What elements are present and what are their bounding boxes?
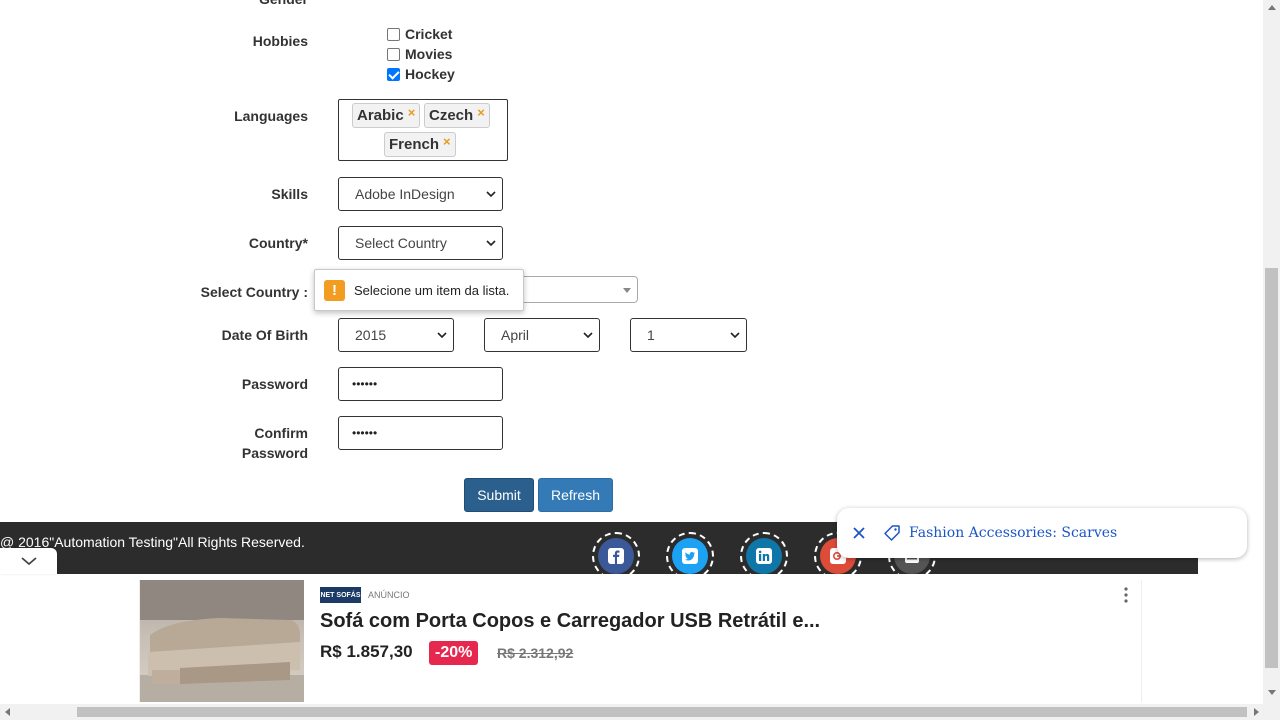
ad-label: ANÚNCIO <box>368 590 410 600</box>
language-chip: Czech × <box>424 103 490 128</box>
language-chip: Arabic × <box>352 103 421 128</box>
tag-icon <box>884 525 900 541</box>
validation-message: Selecione um item da lista. <box>354 282 510 298</box>
hobby-hockey-checkbox[interactable]: Hockey <box>387 64 455 84</box>
sofa-image <box>140 580 304 702</box>
hobby-cricket-checkbox[interactable]: Cricket <box>387 24 452 44</box>
chevron-down-icon <box>486 191 496 198</box>
dob-month-select[interactable]: April <box>484 318 600 352</box>
chevron-down-icon <box>20 557 37 566</box>
gender-label: Gender <box>230 0 308 9</box>
collapse-ad-button[interactable] <box>0 548 57 574</box>
ad-old-price: R$ 2.312,92 <box>497 645 574 661</box>
country-select[interactable]: Select Country <box>338 226 503 260</box>
hobbies-label: Hobbies <box>252 33 308 49</box>
password-input[interactable]: •••••• <box>338 367 503 401</box>
horizontal-scroll-thumb[interactable] <box>77 707 1247 717</box>
dob-year-select[interactable]: 2015 <box>338 318 454 352</box>
languages-label: Languages <box>234 108 308 124</box>
scroll-up-icon[interactable] <box>1268 5 1276 10</box>
more-options-icon[interactable] <box>1121 586 1131 604</box>
twitter-link[interactable] <box>666 532 714 580</box>
chevron-down-icon <box>730 332 740 339</box>
language-chip-label: French <box>389 136 440 153</box>
dob-day-select[interactable]: 1 <box>630 318 747 352</box>
password-label: Password <box>241 376 308 392</box>
submit-button[interactable]: Submit <box>464 478 534 512</box>
country-label: Country* <box>248 235 308 251</box>
language-chip-label: Arabic <box>357 107 404 124</box>
remove-language-icon[interactable]: × <box>477 105 485 120</box>
remove-language-icon[interactable]: × <box>408 105 416 120</box>
vertical-scroll-thumb[interactable] <box>1265 268 1278 668</box>
facebook-icon <box>598 538 634 574</box>
checkbox-box[interactable] <box>387 67 400 81</box>
scroll-down-icon[interactable] <box>1268 690 1276 695</box>
confirm-password-input[interactable]: •••••• <box>338 416 503 450</box>
skills-select-value: Adobe InDesign <box>355 186 455 202</box>
hobby-movies-checkbox[interactable]: Movies <box>387 44 452 64</box>
checkbox-box[interactable] <box>387 27 400 41</box>
skills-select[interactable]: Adobe InDesign <box>338 177 503 211</box>
ad-title[interactable]: Sofá com Porta Copos e Carregador USB Re… <box>320 610 820 633</box>
twitter-icon <box>672 538 708 574</box>
discount-badge: -20% <box>429 641 479 665</box>
validation-tooltip: ! Selecione um item da lista. <box>314 269 524 311</box>
facebook-link[interactable] <box>592 532 640 580</box>
brand-line1: NET <box>320 591 335 599</box>
confirm-label-line2: Password <box>241 445 308 461</box>
skills-label: Skills <box>271 186 308 202</box>
country-select-value: Select Country <box>355 235 447 251</box>
checkbox-box[interactable] <box>387 47 400 61</box>
linkedin-icon <box>746 538 782 574</box>
refresh-button[interactable]: Refresh <box>538 478 613 512</box>
dropdown-arrow-icon <box>623 288 631 293</box>
brand-logo: NET SOFÁS <box>320 587 361 603</box>
sofa-ad[interactable]: NET SOFÁS ANÚNCIO Sofá com Porta Copos e… <box>139 580 1142 702</box>
linkedin-link[interactable] <box>740 532 788 580</box>
ad-price: R$ 1.857,30 <box>320 642 413 661</box>
languages-multiselect[interactable]: Arabic × Czech × French × <box>338 99 508 161</box>
chevron-down-icon <box>437 332 447 339</box>
topic-toast: Fashion Accessories: Scarves <box>837 508 1247 558</box>
dob-label: Date Of Birth <box>221 327 308 343</box>
toast-link[interactable]: Fashion Accessories: Scarves <box>909 525 1117 541</box>
brand-line2: SOFÁS <box>336 591 361 599</box>
chevron-down-icon <box>583 332 593 339</box>
vertical-scrollbar[interactable] <box>1263 0 1280 704</box>
scroll-left-icon[interactable] <box>5 708 10 716</box>
chevron-down-icon <box>486 240 496 247</box>
remove-language-icon[interactable]: × <box>443 134 451 149</box>
language-chip: French × <box>384 132 456 157</box>
hobby-movies-label: Movies <box>405 46 453 62</box>
dob-month-value: April <box>501 327 530 343</box>
hobby-cricket-label: Cricket <box>405 26 453 42</box>
hobby-hockey-label: Hockey <box>405 66 455 82</box>
horizontal-scrollbar[interactable] <box>0 704 1280 720</box>
dob-year-value: 2015 <box>355 327 387 343</box>
warning-icon: ! <box>324 279 345 301</box>
dob-day-value: 1 <box>647 327 655 343</box>
scroll-right-icon[interactable] <box>1254 708 1259 716</box>
confirm-password-label: Confirm Password <box>200 423 308 463</box>
confirm-label-line1: Confirm <box>254 425 308 441</box>
select-country-dropdown[interactable] <box>505 276 638 303</box>
close-icon[interactable] <box>851 525 867 541</box>
select-country-label: Select Country : <box>200 284 308 300</box>
language-chip-label: Czech <box>429 107 474 124</box>
